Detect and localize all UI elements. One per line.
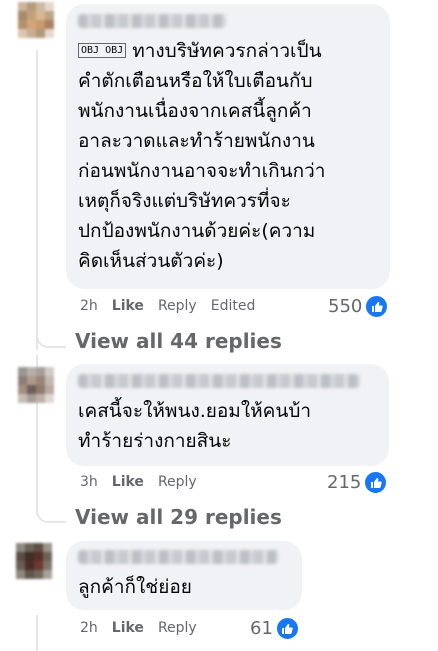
- like-button[interactable]: Like: [112, 620, 144, 636]
- like-button[interactable]: Like: [112, 474, 144, 490]
- reply-button[interactable]: Reply: [158, 474, 197, 490]
- reply-button[interactable]: Reply: [158, 620, 197, 636]
- reaction-summary[interactable]: 550: [328, 294, 390, 319]
- author-name-redacted[interactable]: [78, 374, 360, 388]
- comment-body: ทางบริษัทควรกล่าวเป็น คำตักเตือนหรือให้ใ…: [78, 40, 326, 272]
- comment-actions: 2h Like Reply: [80, 620, 211, 636]
- reaction-summary[interactable]: 215: [327, 470, 389, 495]
- avatar[interactable]: [18, 367, 54, 403]
- comment-text: เคสนี้จะให้พนง.ยอมให้คนบ้า ทำร้ายร่างกาย…: [78, 400, 312, 452]
- comment-text: OBJ OBJ ทางบริษัทควรกล่าวเป็น คำตักเตือน…: [78, 36, 378, 276]
- avatar[interactable]: [16, 543, 52, 579]
- comment-actions: 2h Like Reply Edited: [80, 298, 269, 314]
- like-button[interactable]: Like: [112, 298, 144, 314]
- author-name-redacted[interactable]: [78, 14, 226, 28]
- timestamp[interactable]: 2h: [80, 620, 98, 636]
- reaction-summary[interactable]: 61: [250, 616, 300, 641]
- thread-line: [36, 50, 38, 350]
- timestamp[interactable]: 2h: [80, 298, 98, 314]
- comment-actions: 3h Like Reply: [80, 474, 211, 490]
- comment-text: ลูกค้าก็ใช่ย่อย: [78, 576, 192, 598]
- comment-bubble[interactable]: OBJ OBJ ทางบริษัทควรกล่าวเป็น คำตักเตือน…: [66, 4, 390, 289]
- like-thumb-icon: [274, 616, 300, 641]
- timestamp[interactable]: 3h: [80, 474, 98, 490]
- reaction-count: 61: [250, 618, 273, 639]
- edited-label[interactable]: Edited: [211, 298, 256, 314]
- like-thumb-icon: [364, 294, 390, 319]
- view-replies-link[interactable]: View all 44 replies: [75, 329, 282, 353]
- reply-connector: [36, 505, 66, 523]
- thread-line: [36, 615, 38, 651]
- avatar[interactable]: [18, 2, 54, 38]
- author-name-redacted[interactable]: [78, 550, 278, 564]
- comment-bubble[interactable]: ลูกค้าก็ใช่ย่อย: [66, 541, 302, 610]
- reply-connector: [36, 330, 66, 348]
- obj-placeholder-icon: OBJ OBJ: [78, 43, 127, 58]
- reaction-count: 550: [328, 296, 363, 317]
- like-thumb-icon: [363, 470, 389, 495]
- comment-bubble[interactable]: เคสนี้จะให้พนง.ยอมให้คนบ้า ทำร้ายร่างกาย…: [66, 364, 389, 466]
- reply-button[interactable]: Reply: [158, 298, 197, 314]
- reaction-count: 215: [327, 472, 362, 493]
- view-replies-link[interactable]: View all 29 replies: [75, 505, 282, 529]
